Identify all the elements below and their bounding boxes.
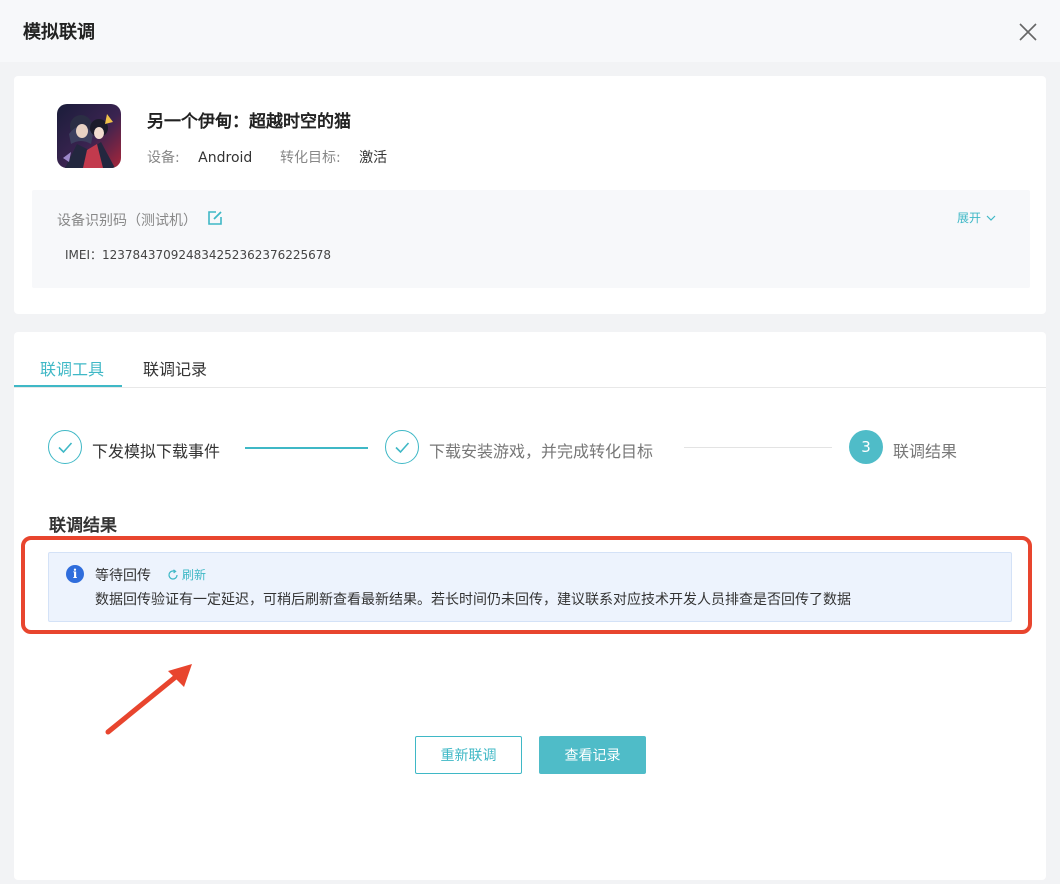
target-meta: 转化目标: 激活 — [280, 147, 387, 167]
game-name: 另一个伊甸：超越时空的猫 — [147, 112, 351, 132]
edit-icon[interactable] — [207, 210, 223, 226]
step-3-label: 联调结果 — [893, 442, 958, 461]
game-cover-icon — [57, 104, 121, 168]
chevron-down-icon — [986, 215, 996, 221]
step-connector-1 — [245, 447, 368, 449]
info-icon: i — [66, 565, 84, 583]
refresh-link[interactable]: 刷新 — [167, 566, 206, 583]
result-section-title: 联调结果 — [49, 516, 117, 536]
status-notice: i 等待回传 刷新 数据回传验证有一定延迟，可稍后刷新查看最新结果。若长时间仍未… — [48, 552, 1012, 622]
view-records-button[interactable]: 查看记录 — [539, 736, 646, 774]
target-label: 转化目标: — [280, 150, 341, 166]
tabs-divider — [14, 387, 1046, 388]
device-label: 设备: — [147, 150, 180, 166]
tab-debug-records[interactable]: 联调记录 — [143, 356, 207, 380]
target-value: 激活 — [359, 150, 388, 166]
expand-link[interactable]: 展开 — [957, 209, 997, 226]
step-1-check-icon — [48, 430, 82, 464]
refresh-label: 刷新 — [182, 568, 207, 582]
step-2-check-icon — [385, 430, 419, 464]
step-1-label: 下发模拟下载事件 — [92, 442, 221, 461]
device-value: Android — [198, 150, 253, 166]
notice-title: 等待回传 — [95, 568, 151, 584]
game-info-card: 另一个伊甸：超越时空的猫 设备: Android 转化目标: 激活 设备识别码（… — [14, 76, 1046, 314]
close-icon[interactable] — [1014, 18, 1042, 46]
device-id-panel: 设备识别码（测试机） 展开 IMEI：123784370924834252362… — [32, 190, 1030, 288]
imei-value: IMEI：1237843709248342523623762256​78 — [65, 248, 332, 262]
step-3-badge: 3 — [849, 430, 883, 464]
step-connector-2 — [684, 447, 832, 448]
modal-title: 模拟联调 — [23, 22, 95, 43]
modal-header: 模拟联调 — [0, 0, 1060, 62]
step-2-label: 下载安装游戏，并完成转化目标 — [429, 442, 654, 461]
expand-label: 展开 — [957, 211, 982, 225]
refresh-icon — [168, 568, 178, 580]
debug-tools-card: 联调工具 联调记录 下发模拟下载事件 下载安装游戏，并完成转化目标 3 联调结果… — [14, 332, 1046, 880]
retry-debug-button[interactable]: 重新联调 — [415, 736, 522, 774]
device-meta: 设备: Android — [147, 147, 252, 167]
active-tab-indicator — [14, 385, 122, 387]
tab-debug-tools[interactable]: 联调工具 — [40, 356, 104, 380]
device-id-label: 设备识别码（测试机） — [57, 213, 197, 229]
notice-description: 数据回传验证有一定延迟，可稍后刷新查看最新结果。若长时间仍未回传，建议联系对应技… — [95, 592, 851, 608]
